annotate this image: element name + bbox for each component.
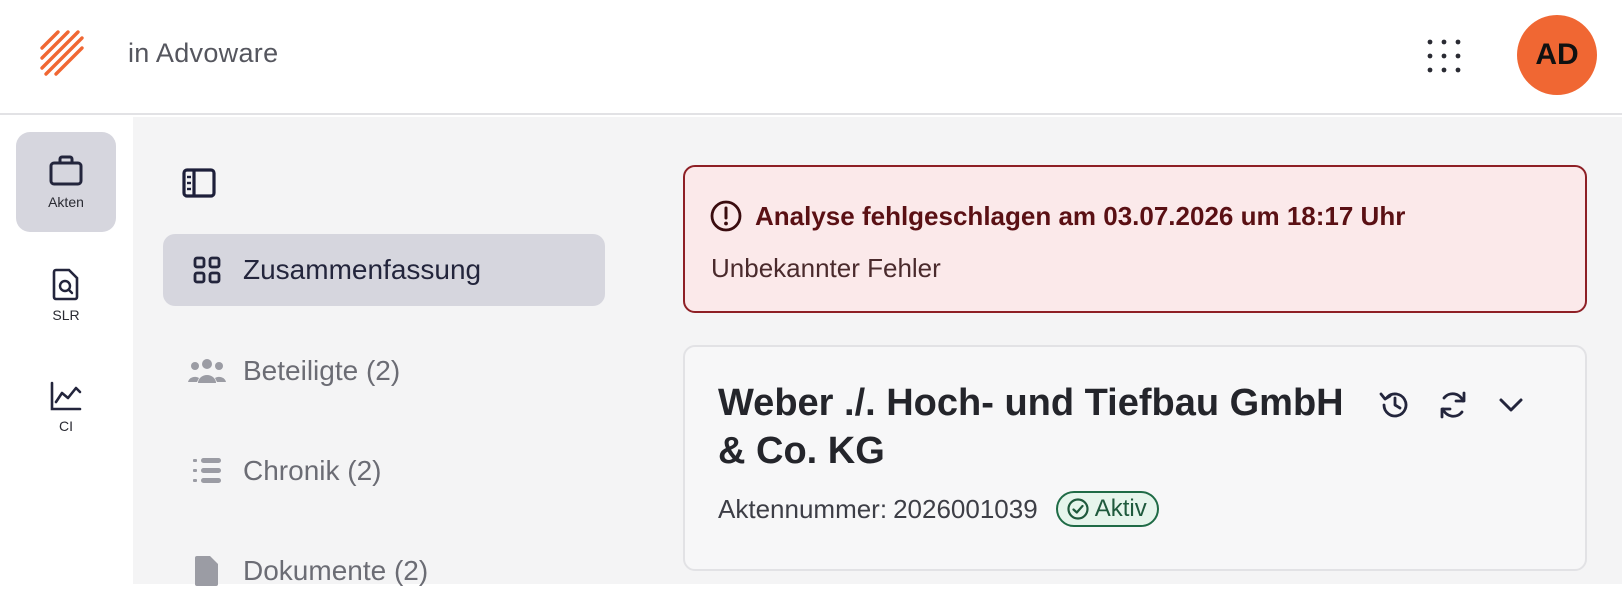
case-actions bbox=[1375, 385, 1531, 425]
grid-icon bbox=[187, 250, 227, 290]
nav-item-label: Dokumente (2) bbox=[243, 555, 429, 586]
list-icon bbox=[187, 451, 227, 491]
history-icon bbox=[1379, 392, 1408, 418]
alert-circle-icon bbox=[710, 200, 742, 232]
document-icon bbox=[187, 551, 227, 591]
refresh-button[interactable] bbox=[1433, 385, 1473, 425]
case-number-label: Aktennummer: bbox=[718, 493, 888, 524]
nav-item-dokumente[interactable]: Dokumente (2) bbox=[163, 535, 605, 607]
line-chart-icon bbox=[50, 381, 82, 411]
top-bar: in Advoware AD bbox=[0, 0, 1622, 115]
nav-item-label: Chronik (2) bbox=[243, 455, 382, 486]
main-content: Analyse fehlgeschlagen am 03.07.2026 um … bbox=[633, 117, 1622, 584]
nav-item-zusammenfassung[interactable]: Zusammenfassung bbox=[163, 234, 605, 306]
document-search-icon bbox=[52, 268, 79, 301]
error-alert: Analyse fehlgeschlagen am 03.07.2026 um … bbox=[683, 165, 1587, 313]
case-number: 2026001039 bbox=[893, 493, 1038, 524]
case-navigation: Zusammenfassung Beteiligte (2) Chronik (… bbox=[133, 117, 633, 586]
rail-item-label: SLR bbox=[52, 307, 80, 323]
rail-item-label: CI bbox=[59, 418, 73, 434]
expand-button[interactable] bbox=[1491, 385, 1531, 425]
briefcase-icon bbox=[49, 155, 83, 186]
nav-item-chronik[interactable]: Chronik (2) bbox=[163, 435, 605, 507]
alert-title: Analyse fehlgeschlagen am 03.07.2026 um … bbox=[755, 201, 1406, 231]
people-icon bbox=[187, 351, 227, 391]
case-header-card: Weber ./. Hoch- und Tiefbau GmbH & Co. K… bbox=[683, 345, 1587, 571]
grid-dots-icon bbox=[1427, 39, 1461, 73]
advoware-logo-icon[interactable] bbox=[38, 28, 90, 80]
status-label: Aktiv bbox=[1094, 495, 1147, 522]
refresh-icon bbox=[1440, 391, 1466, 419]
nav-item-label: Beteiligte (2) bbox=[243, 355, 401, 386]
alert-message: Unbekannter Fehler bbox=[711, 253, 941, 283]
rail-item-akten[interactable]: Akten bbox=[16, 132, 116, 232]
app-rail: Akten SLR CI bbox=[0, 117, 133, 584]
status-badge: Aktiv bbox=[1055, 491, 1159, 527]
sidebar-toggle-icon[interactable] bbox=[181, 165, 217, 201]
rail-item-slr[interactable]: SLR bbox=[16, 245, 116, 345]
case-meta: Aktennummer: 2026001039 Aktiv bbox=[718, 491, 1159, 527]
check-circle-icon bbox=[1067, 498, 1089, 520]
user-avatar[interactable]: AD bbox=[1517, 15, 1597, 95]
apps-menu-button[interactable] bbox=[1420, 32, 1468, 80]
app-title: in Advoware bbox=[128, 38, 279, 68]
rail-item-label: Akten bbox=[48, 194, 84, 210]
chevron-down-icon bbox=[1499, 398, 1523, 412]
rail-item-ci[interactable]: CI bbox=[16, 357, 116, 457]
nav-item-beteiligte[interactable]: Beteiligte (2) bbox=[163, 335, 605, 407]
history-button[interactable] bbox=[1375, 385, 1415, 425]
case-title: Weber ./. Hoch- und Tiefbau GmbH & Co. K… bbox=[718, 382, 1344, 472]
nav-item-label: Zusammenfassung bbox=[243, 254, 482, 285]
